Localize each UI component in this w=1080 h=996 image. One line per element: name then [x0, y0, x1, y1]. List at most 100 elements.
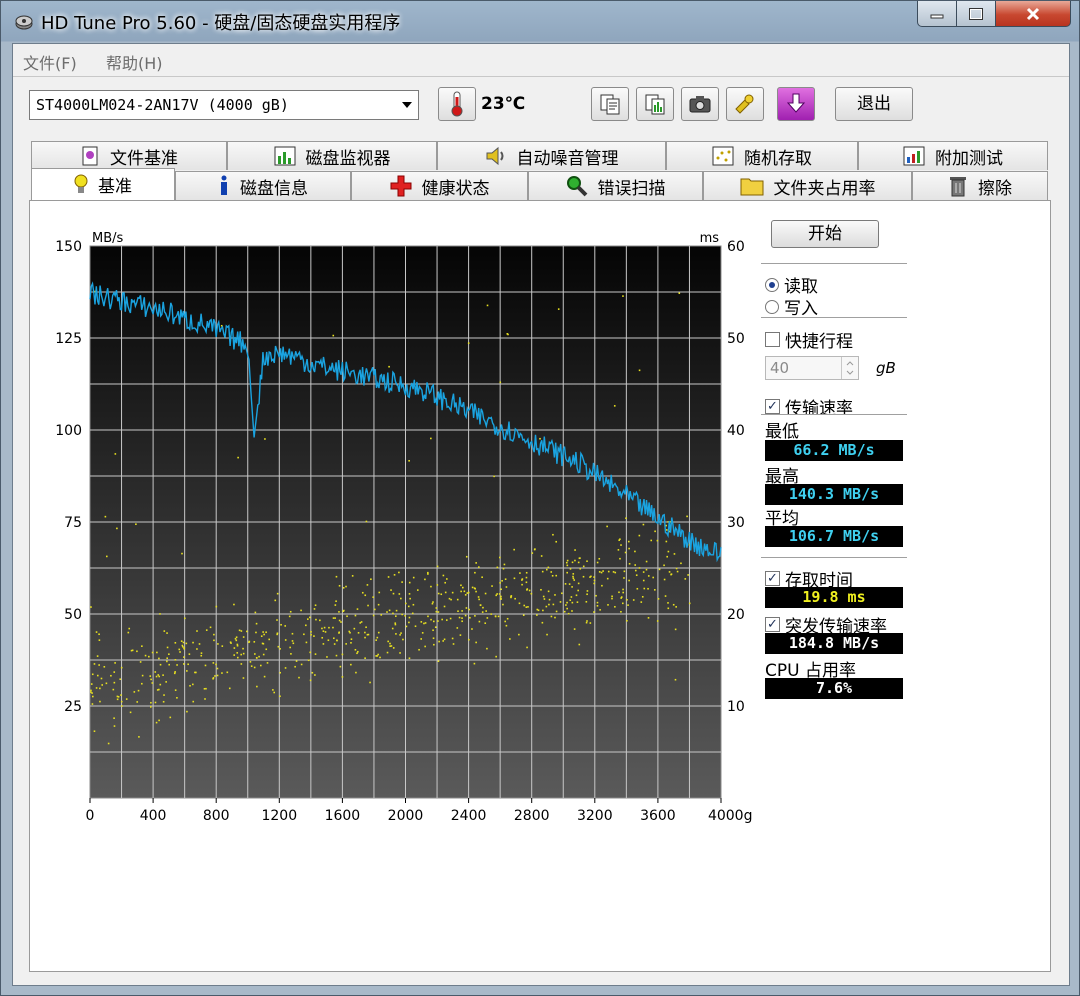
- access-time-point: [173, 672, 176, 675]
- access-time-point: [576, 601, 579, 603]
- access-time-point: [427, 615, 429, 618]
- access-time-point: [253, 666, 256, 669]
- access-time-point: [125, 698, 128, 700]
- access-time-point: [473, 662, 476, 665]
- access-time-point: [499, 582, 501, 584]
- access-time-point: [144, 654, 147, 657]
- save-button[interactable]: [777, 87, 815, 121]
- access-time-point: [335, 654, 338, 657]
- tab-acoustic-management[interactable]: 自动噪音管理: [437, 141, 666, 170]
- access-time-point: [534, 548, 536, 550]
- tab-disk-monitor[interactable]: 磁盘监视器: [227, 141, 437, 170]
- access-time-point: [229, 641, 232, 644]
- menu-help[interactable]: 帮助(H): [106, 50, 163, 74]
- copy-image-button[interactable]: [636, 87, 674, 121]
- tab-file-benchmark[interactable]: 文件基准: [31, 141, 227, 170]
- access-time-point: [611, 595, 613, 598]
- menu-file[interactable]: 文件(F): [23, 50, 77, 74]
- access-time-point: [467, 342, 470, 344]
- tab-extra-tests[interactable]: 附加测试: [858, 141, 1048, 170]
- access-time-point: [165, 681, 167, 683]
- access-time-point: [465, 607, 468, 609]
- separator: [761, 414, 907, 416]
- access-time-point: [196, 630, 198, 632]
- access-time-point: [481, 611, 484, 613]
- access-time-point: [634, 550, 636, 553]
- tab-erase[interactable]: 擦除: [912, 171, 1048, 200]
- access-time-point: [310, 633, 312, 636]
- access-time-point: [559, 601, 562, 603]
- start-button[interactable]: 开始: [771, 220, 879, 248]
- access-time-point: [475, 641, 477, 644]
- access-time-point: [380, 614, 383, 616]
- access-time-point: [504, 620, 507, 623]
- access-time-point: [335, 575, 338, 578]
- y-axis-unit: MB/s: [92, 231, 124, 246]
- access-time-point: [258, 655, 260, 658]
- access-time-point: [289, 646, 291, 649]
- access-time-point: [284, 639, 287, 641]
- exit-button[interactable]: 退出: [835, 87, 913, 121]
- access-time-point: [93, 663, 96, 665]
- access-time-point: [189, 684, 191, 687]
- access-time-point: [484, 622, 487, 625]
- write-radio[interactable]: 写入: [765, 294, 818, 319]
- access-time-point: [628, 579, 630, 582]
- access-time-point: [561, 592, 563, 595]
- copy-text-button[interactable]: [591, 87, 629, 121]
- tab-benchmark[interactable]: 基准: [31, 168, 175, 200]
- tab-health[interactable]: 健康状态: [351, 171, 528, 200]
- access-time-point: [334, 604, 337, 606]
- options-button[interactable]: [726, 87, 764, 121]
- access-time-point: [183, 647, 185, 650]
- tab-random-access[interactable]: 随机存取: [666, 141, 858, 170]
- title-bar[interactable]: HD Tune Pro 5.60 - 硬盘/固态硬盘实用程序: [1, 1, 1080, 43]
- access-time-point: [205, 687, 207, 690]
- spinner-arrows-icon[interactable]: [841, 357, 858, 379]
- access-time-point: [188, 653, 191, 655]
- access-time-point: [367, 604, 369, 607]
- access-time-point: [484, 592, 487, 595]
- short-stroke-size-input[interactable]: 40: [765, 356, 859, 380]
- tab-disk-info[interactable]: 磁盘信息: [175, 171, 351, 200]
- access-time-point: [300, 663, 303, 666]
- y-tick-label: 125: [55, 331, 82, 347]
- screenshot-button[interactable]: [681, 87, 719, 121]
- access-time-point: [367, 633, 370, 636]
- access-time-point: [242, 677, 245, 679]
- access-time-point: [393, 574, 396, 576]
- minimize-button[interactable]: [917, 1, 957, 27]
- access-time-point: [353, 627, 356, 630]
- short-stroke-unit: gB: [876, 359, 896, 377]
- access-time-point: [574, 549, 576, 551]
- access-time-point: [471, 628, 473, 630]
- access-time-point: [513, 548, 515, 551]
- access-time-point: [151, 682, 154, 684]
- maximize-button[interactable]: [956, 1, 996, 27]
- access-time-point: [256, 657, 258, 659]
- short-stroke-checkbox[interactable]: 快捷行程: [765, 327, 853, 352]
- access-time-point: [213, 639, 215, 642]
- access-time-point: [464, 614, 467, 617]
- access-time-point: [477, 596, 480, 598]
- access-time-point: [437, 620, 439, 622]
- access-time-point: [154, 701, 157, 704]
- access-time-point: [433, 643, 435, 646]
- access-time-point: [478, 598, 480, 601]
- close-button[interactable]: [995, 1, 1071, 27]
- access-time-point: [461, 610, 463, 612]
- access-time-point: [322, 630, 325, 632]
- access-time-point: [91, 673, 94, 676]
- drive-select[interactable]: ST4000LM024-2AN17V (4000 gB): [29, 90, 419, 120]
- access-time-point: [586, 560, 588, 563]
- temperature-button[interactable]: [438, 87, 476, 121]
- access-time-point: [638, 567, 641, 569]
- access-time-point: [465, 555, 468, 558]
- access-time-point: [456, 598, 459, 601]
- access-time-point: [596, 605, 599, 607]
- tab-folder-usage[interactable]: 文件夹占用率: [703, 171, 912, 200]
- tab-error-scan[interactable]: 错误扫描: [528, 171, 703, 200]
- access-time-point: [272, 689, 274, 691]
- access-time-point: [137, 689, 140, 692]
- access-time-point: [235, 636, 238, 639]
